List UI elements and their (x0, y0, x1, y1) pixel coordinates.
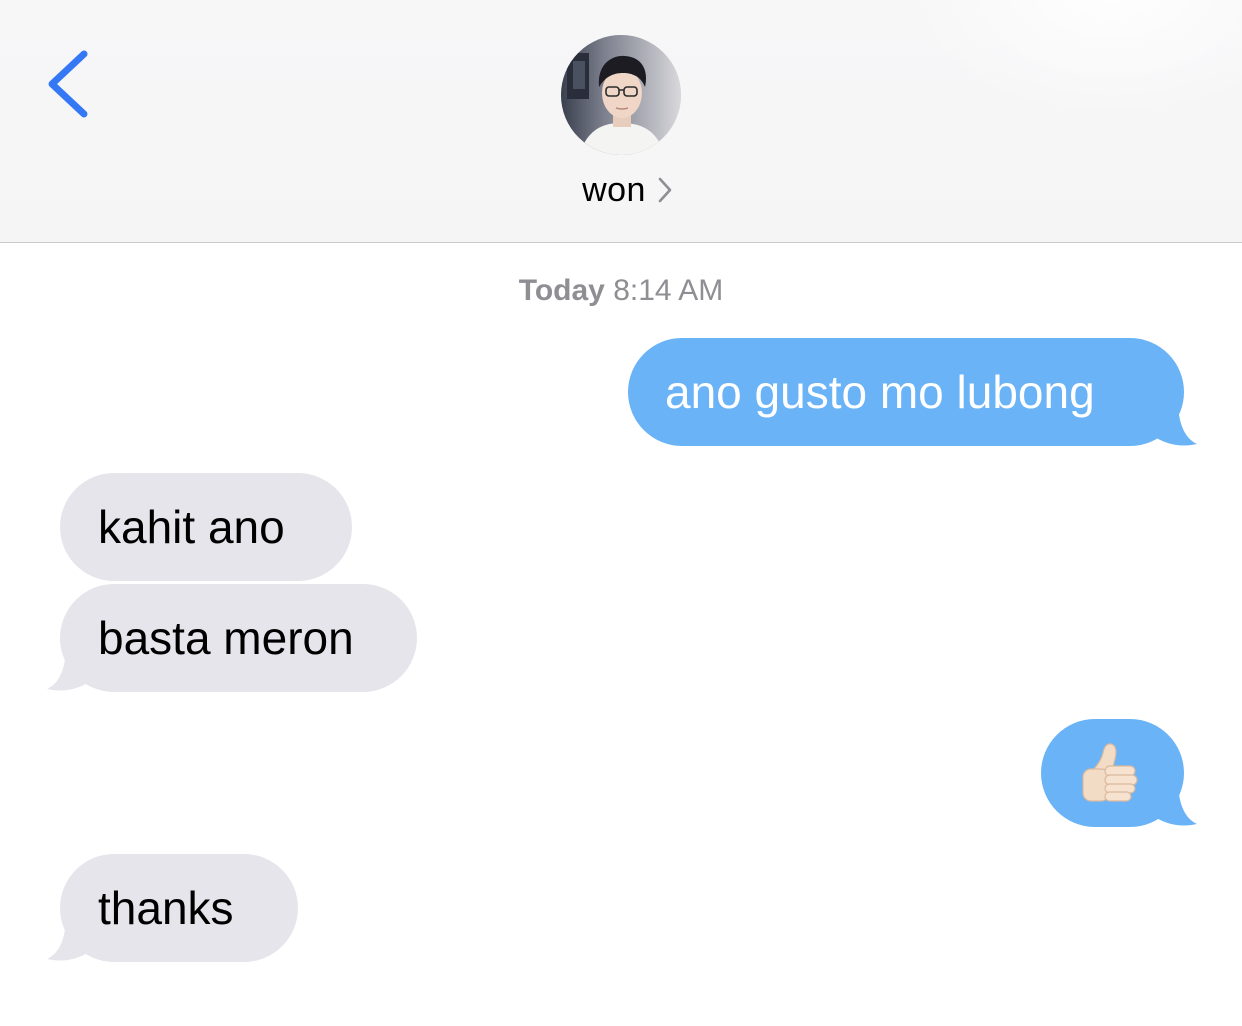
avatar-photo (561, 35, 681, 155)
message-bubble-outgoing[interactable]: ano gusto mo lubong (628, 338, 1184, 446)
timestamp-day: Today (518, 274, 605, 307)
thumbs-up-emoji-icon (1079, 739, 1141, 805)
message-bubble-outgoing-emoji[interactable] (1041, 719, 1184, 827)
message-text: basta meron (98, 612, 354, 664)
messages-screen: won Today 8:14 AM ano gusto mo lubong ka… (0, 0, 1242, 1026)
contact-name-row: won (0, 168, 1242, 212)
message-text: kahit ano (98, 501, 285, 553)
message-timestamp: Today 8:14 AM (0, 274, 1242, 308)
message-bubble-incoming[interactable]: kahit ano (60, 473, 352, 581)
contact-details-button[interactable]: won (582, 171, 672, 210)
conversation-header: won (0, 0, 1242, 243)
timestamp-time: 8:14 AM (613, 274, 724, 307)
message-bubble-incoming[interactable]: basta meron (60, 584, 417, 692)
header-background-glow (902, 0, 1242, 120)
chevron-left-icon (48, 50, 88, 118)
contact-name: won (582, 170, 646, 209)
message-bubble-incoming[interactable]: thanks (60, 854, 298, 962)
contact-avatar[interactable] (561, 35, 681, 155)
message-text: ano gusto mo lubong (665, 366, 1095, 418)
chevron-right-icon (658, 177, 672, 203)
message-text: thanks (98, 882, 234, 934)
back-button[interactable] (38, 44, 98, 124)
